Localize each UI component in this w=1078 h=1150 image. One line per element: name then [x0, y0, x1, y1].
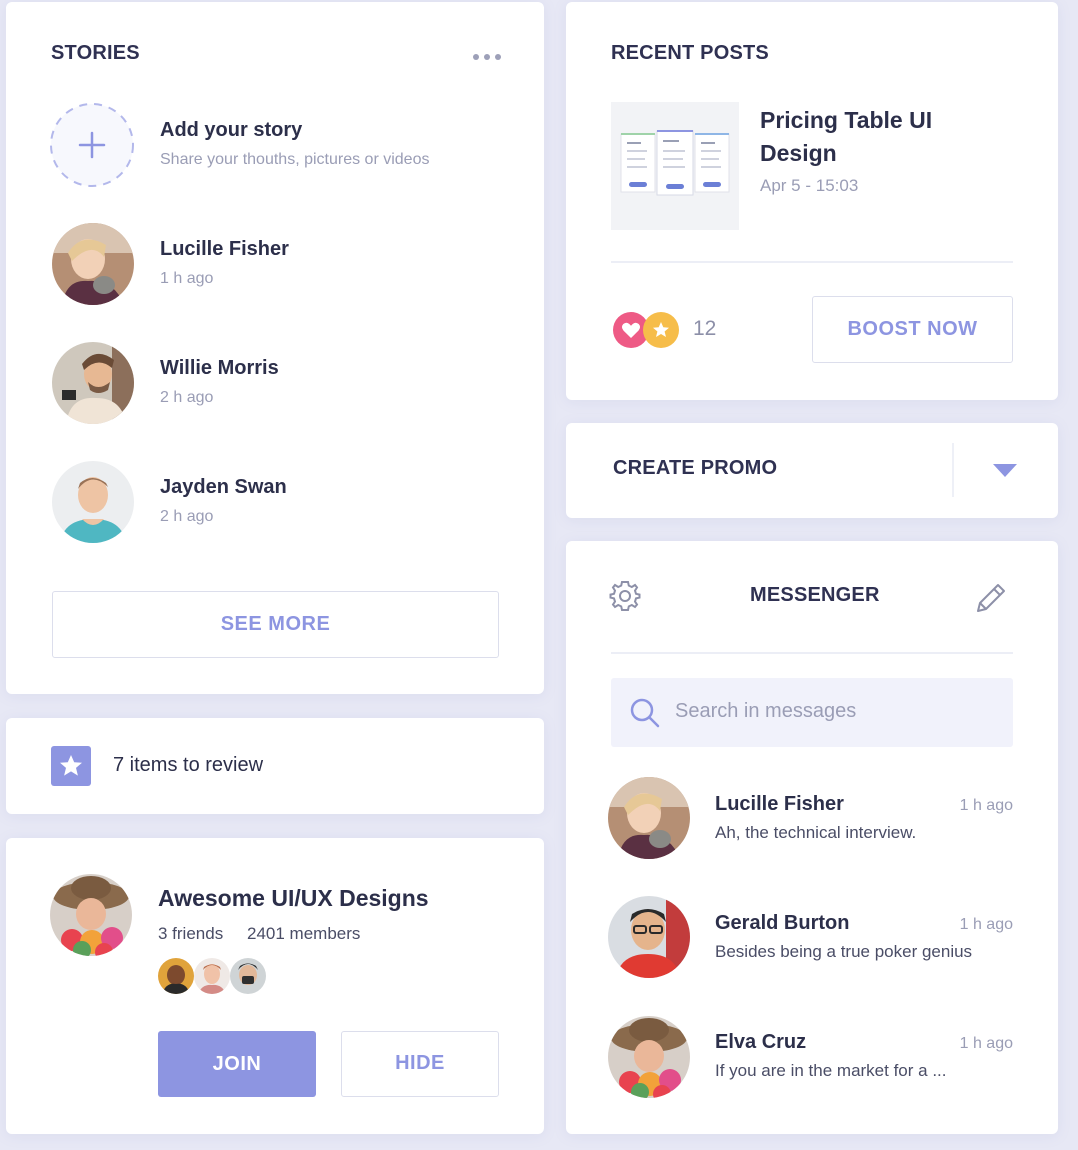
group-card: Awesome UI/UX Designs 3 friends 2401 mem…: [6, 838, 544, 1134]
add-story-subtitle: Share your thouths, pictures or videos: [160, 151, 430, 168]
message-sender[interactable]: Elva Cruz: [715, 1031, 806, 1054]
see-more-button[interactable]: SEE MORE: [52, 591, 499, 658]
story-name[interactable]: Jayden Swan: [160, 476, 287, 499]
search-input[interactable]: Search in messages: [675, 700, 856, 723]
recent-posts-card: RECENT POSTS Pricing Table UI Design Apr…: [566, 2, 1058, 400]
friend-avatar[interactable]: [158, 958, 194, 994]
add-story-title: Add your story: [160, 119, 303, 141]
create-promo-card[interactable]: CREATE PROMO: [566, 423, 1058, 518]
story-time: 1 h ago: [160, 270, 214, 287]
review-text: 7 items to review: [113, 754, 264, 776]
post-date: Apr 5 - 15:03: [760, 176, 859, 195]
avatar[interactable]: [608, 896, 690, 978]
chevron-down-icon[interactable]: [992, 463, 1018, 479]
group-avatar[interactable]: [50, 874, 132, 956]
star-reaction-icon[interactable]: [642, 311, 680, 349]
story-time: 2 h ago: [160, 508, 214, 525]
stories-card: STORIES Add your story Share your thouth…: [6, 2, 544, 694]
divider: [611, 261, 1013, 263]
messenger-card: MESSENGER Search in messages Lucille Fis…: [566, 541, 1058, 1134]
reaction-count: 12: [693, 317, 717, 340]
edit-icon[interactable]: [974, 581, 1008, 615]
review-card[interactable]: 7 items to review: [6, 718, 544, 814]
vertical-divider: [952, 443, 954, 497]
friend-avatar[interactable]: [194, 958, 230, 994]
avatar[interactable]: [608, 1016, 690, 1098]
create-promo-title: CREATE PROMO: [613, 457, 778, 479]
star-icon: [51, 746, 91, 786]
story-time: 2 h ago: [160, 389, 214, 406]
friend-avatar[interactable]: [230, 958, 266, 994]
avatar[interactable]: [608, 777, 690, 859]
avatar[interactable]: [52, 461, 134, 543]
post-title[interactable]: Pricing Table UI Design: [760, 104, 960, 170]
message-sender[interactable]: Lucille Fisher: [715, 793, 844, 816]
message-time: 1 h ago: [959, 797, 1013, 814]
group-members: 2401 members: [247, 924, 361, 943]
message-preview[interactable]: Besides being a true poker genius: [715, 942, 972, 962]
boost-now-button[interactable]: BOOST NOW: [812, 296, 1013, 363]
avatar[interactable]: [52, 223, 134, 305]
search-box[interactable]: Search in messages: [611, 678, 1013, 747]
search-icon: [629, 697, 661, 729]
divider: [611, 652, 1013, 654]
message-time: 1 h ago: [959, 1035, 1013, 1052]
join-button[interactable]: JOIN: [158, 1031, 316, 1097]
message-preview[interactable]: Ah, the technical interview.: [715, 823, 916, 843]
message-sender[interactable]: Gerald Burton: [715, 912, 849, 935]
story-name[interactable]: Lucille Fisher: [160, 238, 289, 261]
message-time: 1 h ago: [959, 916, 1013, 933]
recent-posts-title: RECENT POSTS: [611, 42, 769, 64]
group-title[interactable]: Awesome UI/UX Designs: [158, 885, 429, 912]
avatar[interactable]: [52, 342, 134, 424]
gear-icon[interactable]: [609, 580, 641, 612]
message-preview[interactable]: If you are in the market for a ...: [715, 1061, 947, 1081]
more-options-icon[interactable]: [472, 48, 502, 60]
story-name[interactable]: Willie Morris: [160, 357, 279, 380]
stories-title: STORIES: [51, 42, 140, 64]
post-thumbnail[interactable]: [611, 102, 739, 230]
add-story-button[interactable]: [49, 102, 135, 188]
hide-button[interactable]: HIDE: [341, 1031, 499, 1097]
group-friends: 3 friends: [158, 924, 224, 943]
messenger-title: MESSENGER: [750, 584, 880, 606]
